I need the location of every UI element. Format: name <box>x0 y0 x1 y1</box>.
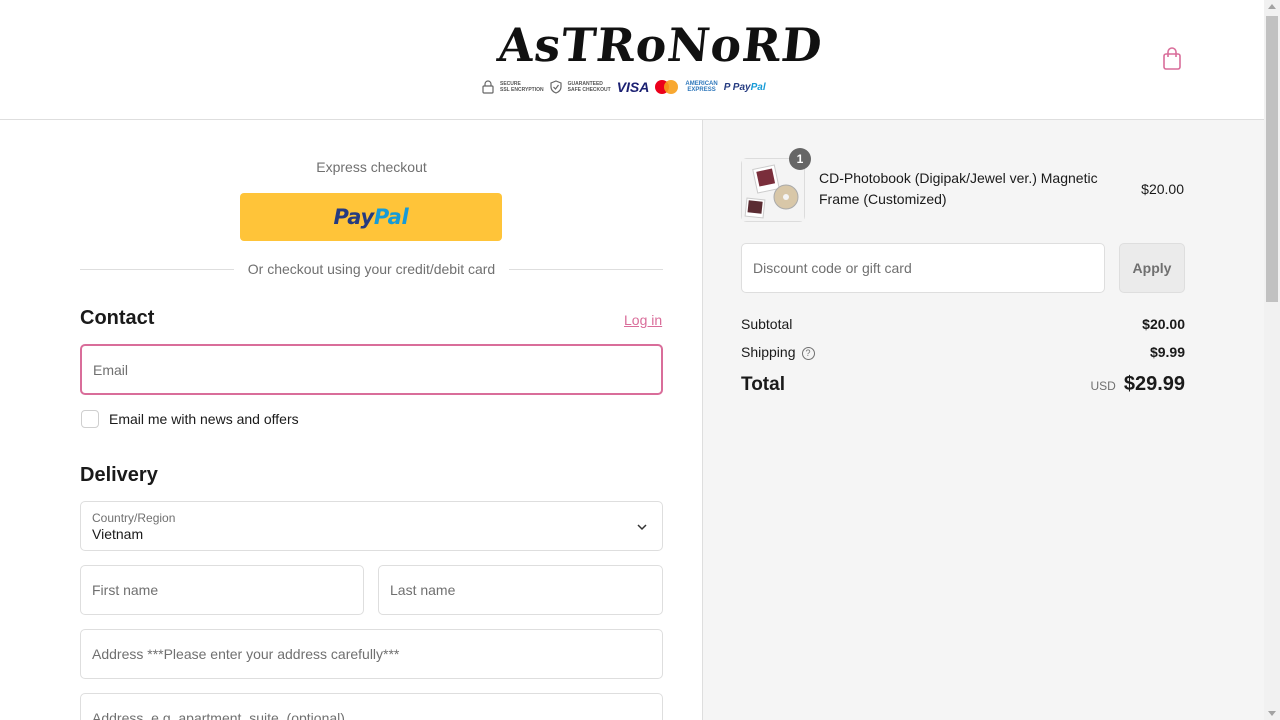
divider-line-left <box>80 268 234 270</box>
email-field[interactable]: Email <box>80 344 663 395</box>
ssl-badge-line2: SSL ENCRYPTION <box>500 87 544 93</box>
newsletter-checkbox[interactable] <box>81 410 99 428</box>
site-header: AsTRoNoRD SECURE SSL ENCRYPTION GUARANTE… <box>0 0 1264 120</box>
shipping-row: Shipping? $9.99 <box>741 344 1185 360</box>
discount-input[interactable]: Discount code or gift card <box>741 243 1105 293</box>
paypal-badge-pay: Pay <box>732 81 751 93</box>
divider-text: Or checkout using your credit/debit card <box>247 261 496 277</box>
amex-logo: AMERICAN EXPRESS <box>685 81 717 93</box>
total-row: Total USD $29.99 <box>741 373 1185 396</box>
visa-logo: VISA <box>616 79 650 95</box>
country-select[interactable]: Country/Region Vietnam <box>80 501 663 551</box>
shopping-bag-icon[interactable] <box>1160 46 1184 72</box>
login-link[interactable]: Log in <box>624 312 662 328</box>
safe-badge-line2: SAFE CHECKOUT <box>567 87 611 93</box>
help-question-icon[interactable]: ? <box>801 347 815 360</box>
first-name-placeholder: First name <box>92 582 159 598</box>
scrollbar-thumb[interactable] <box>1266 16 1278 302</box>
currency-code: USD <box>1090 379 1116 393</box>
order-summary: 1 CD-Photobook (Digipak/Jewel ver.) Magn… <box>702 120 1264 720</box>
ssl-badge-text: SECURE SSL ENCRYPTION <box>500 81 544 93</box>
contact-heading: Contact <box>80 307 155 329</box>
delivery-heading: Delivery <box>80 464 158 486</box>
logo-wordmark: AsTRoNoRD <box>495 18 826 72</box>
product-price: $20.00 <box>1141 181 1184 197</box>
product-title: CD-Photobook (Digipak/Jewel ver.) Magnet… <box>819 170 1098 207</box>
express-checkout-label: Express checkout <box>316 159 427 175</box>
quantity-badge: 1 <box>789 148 811 170</box>
discount-placeholder: Discount code or gift card <box>753 260 912 276</box>
total-value: $29.99 <box>1123 373 1185 395</box>
scroll-down-arrow-icon[interactable] <box>1268 711 1276 716</box>
total-amount-wrap: USD $29.99 <box>1090 373 1185 396</box>
subtotal-value: $20.00 <box>1142 316 1185 332</box>
product-thumbnail: 1 <box>741 148 811 222</box>
shield-check-icon <box>550 80 562 94</box>
page-scrollbar[interactable] <box>1264 0 1280 720</box>
address2-placeholder: Address, e.g. apartment, suite, (optiona… <box>92 710 345 720</box>
paypal-badge-p-icon: P <box>723 81 733 93</box>
scroll-up-arrow-icon[interactable] <box>1268 4 1276 9</box>
subtotal-label: Subtotal <box>741 316 793 332</box>
shipping-label: Shipping <box>741 344 796 360</box>
newsletter-label[interactable]: Email me with news and offers <box>109 411 299 427</box>
shipping-value: $9.99 <box>1149 344 1185 360</box>
address-placeholder: Address ***Please enter your address car… <box>92 646 400 662</box>
subtotal-row: Subtotal $20.00 <box>741 316 1185 332</box>
address-field[interactable]: Address ***Please enter your address car… <box>80 629 663 679</box>
first-name-field[interactable]: First name <box>80 565 364 615</box>
total-label: Total <box>741 374 785 395</box>
mastercard-logo <box>655 79 679 95</box>
country-value: Vietnam <box>92 526 144 542</box>
divider-line-right <box>509 268 663 270</box>
last-name-field[interactable]: Last name <box>378 565 663 615</box>
chevron-down-icon <box>637 524 647 531</box>
paypal-express-button[interactable]: Pay Pal <box>240 193 502 241</box>
country-label: Country/Region <box>92 511 176 525</box>
trust-badges: SECURE SSL ENCRYPTION GUARANTEED SAFE CH… <box>482 78 782 96</box>
paypal-pal-text: Pal <box>373 205 409 229</box>
apply-discount-button[interactable]: Apply <box>1119 243 1185 293</box>
safe-checkout-badge-text: GUARANTEED SAFE CHECKOUT <box>568 81 611 93</box>
last-name-placeholder: Last name <box>390 582 456 598</box>
shipping-label-wrap: Shipping? <box>741 344 815 360</box>
email-placeholder: Email <box>93 361 129 378</box>
padlock-icon <box>482 80 494 94</box>
amex-line2: EXPRESS <box>687 87 716 93</box>
paypal-badge: P PayPal <box>724 82 766 93</box>
paypal-badge-pal: Pal <box>750 81 766 93</box>
checkout-divider: Or checkout using your credit/debit card <box>80 259 663 279</box>
address2-field[interactable]: Address, e.g. apartment, suite, (optiona… <box>80 693 663 720</box>
store-logo[interactable]: AsTRoNoRD SECURE SSL ENCRYPTION GUARANTE… <box>482 18 826 98</box>
paypal-pay-text: Pay <box>333 205 375 229</box>
checkout-form: Express checkout Pay Pal Or checkout usin… <box>0 121 702 720</box>
